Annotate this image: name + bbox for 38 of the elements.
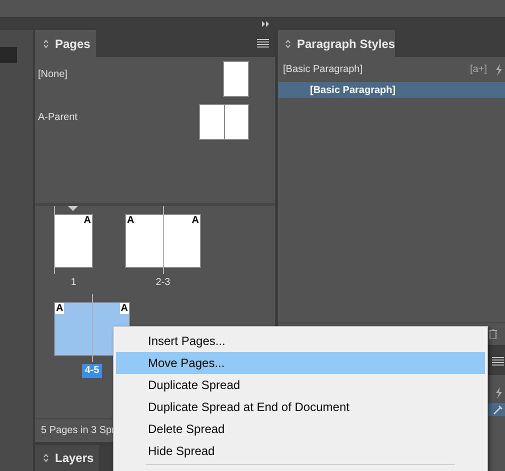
- spread-thumbnail[interactable]: A A: [125, 214, 201, 268]
- current-style: [Basic Paragraph]: [283, 63, 362, 77]
- menu-item[interactable]: Hide Spread: [116, 440, 485, 462]
- spine-line: [54, 206, 55, 274]
- spine-line: [163, 206, 164, 274]
- expand-icon[interactable]: [262, 21, 270, 27]
- style-row[interactable]: [Basic Paragraph]: [278, 82, 505, 98]
- parent-name[interactable]: A-Parent: [38, 110, 78, 125]
- parent-marker: A: [190, 215, 200, 226]
- lightning-icon[interactable]: [495, 64, 502, 76]
- page-thumbnail[interactable]: [223, 61, 249, 97]
- parent-marker: A: [120, 303, 129, 314]
- panel-tab[interactable]: Paragraph Styles: [278, 30, 395, 57]
- sort-icon: [285, 38, 291, 48]
- parent-marker: A: [82, 215, 92, 226]
- lightning-icon[interactable]: [495, 387, 502, 399]
- menu-item[interactable]: Move Pages...: [116, 352, 485, 374]
- menu-item[interactable]: Duplicate Spread at End of Document: [116, 396, 485, 418]
- panel-tab[interactable]: Layers: [35, 445, 99, 471]
- page-thumbnail[interactable]: [199, 104, 249, 140]
- page-number[interactable]: 1: [68, 276, 80, 290]
- pen-icon: [493, 404, 503, 414]
- menu-icon[interactable]: [492, 357, 504, 366]
- menu-icon[interactable]: [257, 39, 269, 48]
- parent-marker: A: [126, 215, 136, 226]
- spine-line: [92, 294, 93, 362]
- menu-item[interactable]: Duplicate Spread: [116, 374, 485, 396]
- spread-thumbnail[interactable]: A: [54, 214, 93, 268]
- parent-marker: A: [55, 303, 64, 314]
- page-number[interactable]: 2-3: [152, 276, 174, 290]
- menu-item[interactable]: Delete Spread: [116, 418, 485, 440]
- ruler: [0, 47, 17, 63]
- sort-icon: [43, 453, 49, 463]
- sort-icon: [43, 38, 49, 48]
- trash-icon[interactable]: [489, 329, 497, 339]
- panel-tab[interactable]: Pages: [35, 30, 96, 57]
- menu-item[interactable]: Insert Pages...: [116, 330, 485, 352]
- parent-name[interactable]: [None]: [38, 67, 68, 82]
